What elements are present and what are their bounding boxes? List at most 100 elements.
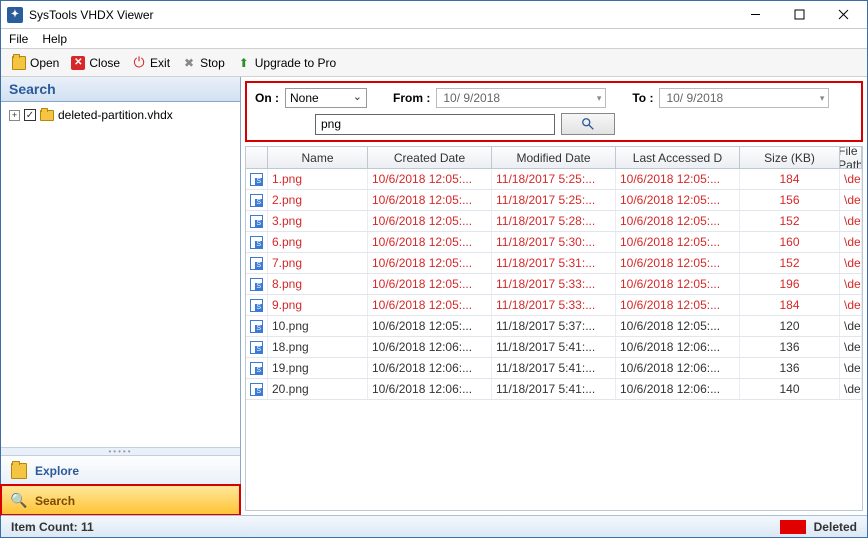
search-label: Search [35,494,75,508]
file-icon-cell [246,253,268,273]
table-row[interactable]: 7.png10/6/2018 12:05:...11/18/2017 5:31:… [246,253,862,274]
cell-size: 152 [740,211,840,231]
col-modified[interactable]: Modified Date [492,147,616,168]
table-row[interactable]: 9.png10/6/2018 12:05:...11/18/2017 5:33:… [246,295,862,316]
explore-tab[interactable]: Explore [1,455,240,485]
cell-path: \deleted-partition.v... [840,274,862,294]
cell-size: 140 [740,379,840,399]
search-bar: On : None From : 10/ 9/2018 To : 10/ 9/2… [245,81,863,142]
stop-button[interactable]: ✖Stop [177,54,230,72]
cell-modified: 11/18/2017 5:41:... [492,358,616,378]
grid-body[interactable]: 1.png10/6/2018 12:05:...11/18/2017 5:25:… [246,169,862,510]
cell-size: 160 [740,232,840,252]
cell-accessed: 10/6/2018 12:05:... [616,232,740,252]
table-row[interactable]: 19.png10/6/2018 12:06:...11/18/2017 5:41… [246,358,862,379]
folder-open-icon [12,56,26,70]
close-window-button[interactable] [821,2,865,28]
from-date-input[interactable]: 10/ 9/2018 [436,88,606,108]
menu-file[interactable]: File [9,32,28,46]
table-row[interactable]: 10.png10/6/2018 12:05:...11/18/2017 5:37… [246,316,862,337]
exit-button[interactable]: ⏻Exit [127,54,175,72]
minimize-button[interactable] [733,2,777,28]
open-label: Open [30,56,59,70]
magnifier-icon [581,117,595,131]
on-dropdown[interactable]: None [285,88,367,108]
cell-modified: 11/18/2017 5:33:... [492,274,616,294]
file-icon [250,278,263,291]
cell-name: 20.png [268,379,368,399]
cell-path: \deleted-partition.v... [840,337,862,357]
table-row[interactable]: 8.png10/6/2018 12:05:...11/18/2017 5:33:… [246,274,862,295]
table-row[interactable]: 3.png10/6/2018 12:05:...11/18/2017 5:28:… [246,211,862,232]
maximize-button[interactable] [777,2,821,28]
cell-modified: 11/18/2017 5:30:... [492,232,616,252]
cell-path: \deleted-partition.v... [840,211,862,231]
cell-accessed: 10/6/2018 12:06:... [616,358,740,378]
search-button[interactable] [561,113,615,135]
cell-created: 10/6/2018 12:05:... [368,190,492,210]
col-created[interactable]: Created Date [368,147,492,168]
title-bar: ✦ SysTools VHDX Viewer [1,1,867,29]
col-accessed[interactable]: Last Accessed D [616,147,740,168]
to-value: 10/ 9/2018 [666,91,723,105]
cell-path: \deleted-partition.v... [840,358,862,378]
cell-name: 8.png [268,274,368,294]
exit-icon: ⏻ [132,56,146,70]
folder-icon [11,463,27,479]
menu-help[interactable]: Help [42,32,67,46]
close-button[interactable]: ✕ Close [66,54,125,72]
close-label: Close [89,56,120,70]
col-size[interactable]: Size (KB) [740,147,840,168]
search-tab[interactable]: 🔍 Search [1,485,240,515]
table-row[interactable]: 6.png10/6/2018 12:05:...11/18/2017 5:30:… [246,232,862,253]
cell-path: \deleted-partition.v... [840,253,862,273]
deleted-swatch [780,520,806,534]
file-icon [250,194,263,207]
checkbox[interactable]: ✓ [24,109,36,121]
magnifier-icon: 🔍 [11,493,27,509]
left-panel-header: Search [1,77,240,102]
file-icon-cell [246,295,268,315]
cell-size: 196 [740,274,840,294]
to-date-input[interactable]: 10/ 9/2018 [659,88,829,108]
left-panel: Search + ✓ deleted-partition.vhdx ••••• … [1,77,241,515]
col-name[interactable]: Name [268,147,368,168]
cell-path: \deleted-partition.v... [840,295,862,315]
cell-modified: 11/18/2017 5:41:... [492,337,616,357]
open-button[interactable]: Open [7,54,64,72]
file-icon-cell [246,379,268,399]
table-row[interactable]: 1.png10/6/2018 12:05:...11/18/2017 5:25:… [246,169,862,190]
file-icon [250,362,263,375]
folder-icon [40,110,54,121]
file-icon-cell [246,211,268,231]
close-icon: ✕ [71,56,85,70]
col-path[interactable]: File Path [840,147,862,168]
table-row[interactable]: 20.png10/6/2018 12:06:...11/18/2017 5:41… [246,379,862,400]
cell-name: 7.png [268,253,368,273]
tree-item-root[interactable]: + ✓ deleted-partition.vhdx [9,108,232,122]
upgrade-button[interactable]: ⬆Upgrade to Pro [232,54,341,72]
col-icon[interactable] [246,147,268,168]
search-term-input[interactable] [315,114,555,135]
cell-name: 18.png [268,337,368,357]
cell-accessed: 10/6/2018 12:05:... [616,169,740,189]
on-value: None [290,91,319,105]
cell-size: 136 [740,358,840,378]
cell-accessed: 10/6/2018 12:05:... [616,295,740,315]
file-icon-cell [246,274,268,294]
table-row[interactable]: 2.png10/6/2018 12:05:...11/18/2017 5:25:… [246,190,862,211]
to-label: To : [632,91,653,105]
toolbar: Open ✕ Close ⏻Exit ✖Stop ⬆Upgrade to Pro [1,49,867,77]
expand-icon[interactable]: + [9,110,20,121]
table-row[interactable]: 18.png10/6/2018 12:06:...11/18/2017 5:41… [246,337,862,358]
cell-accessed: 10/6/2018 12:05:... [616,190,740,210]
stop-label: Stop [200,56,225,70]
cell-size: 152 [740,253,840,273]
cell-created: 10/6/2018 12:06:... [368,379,492,399]
file-icon-cell [246,232,268,252]
cell-name: 10.png [268,316,368,336]
cell-modified: 11/18/2017 5:25:... [492,190,616,210]
file-icon [250,257,263,270]
splitter-grip[interactable]: ••••• [1,447,240,455]
tree-view[interactable]: + ✓ deleted-partition.vhdx [1,102,240,447]
